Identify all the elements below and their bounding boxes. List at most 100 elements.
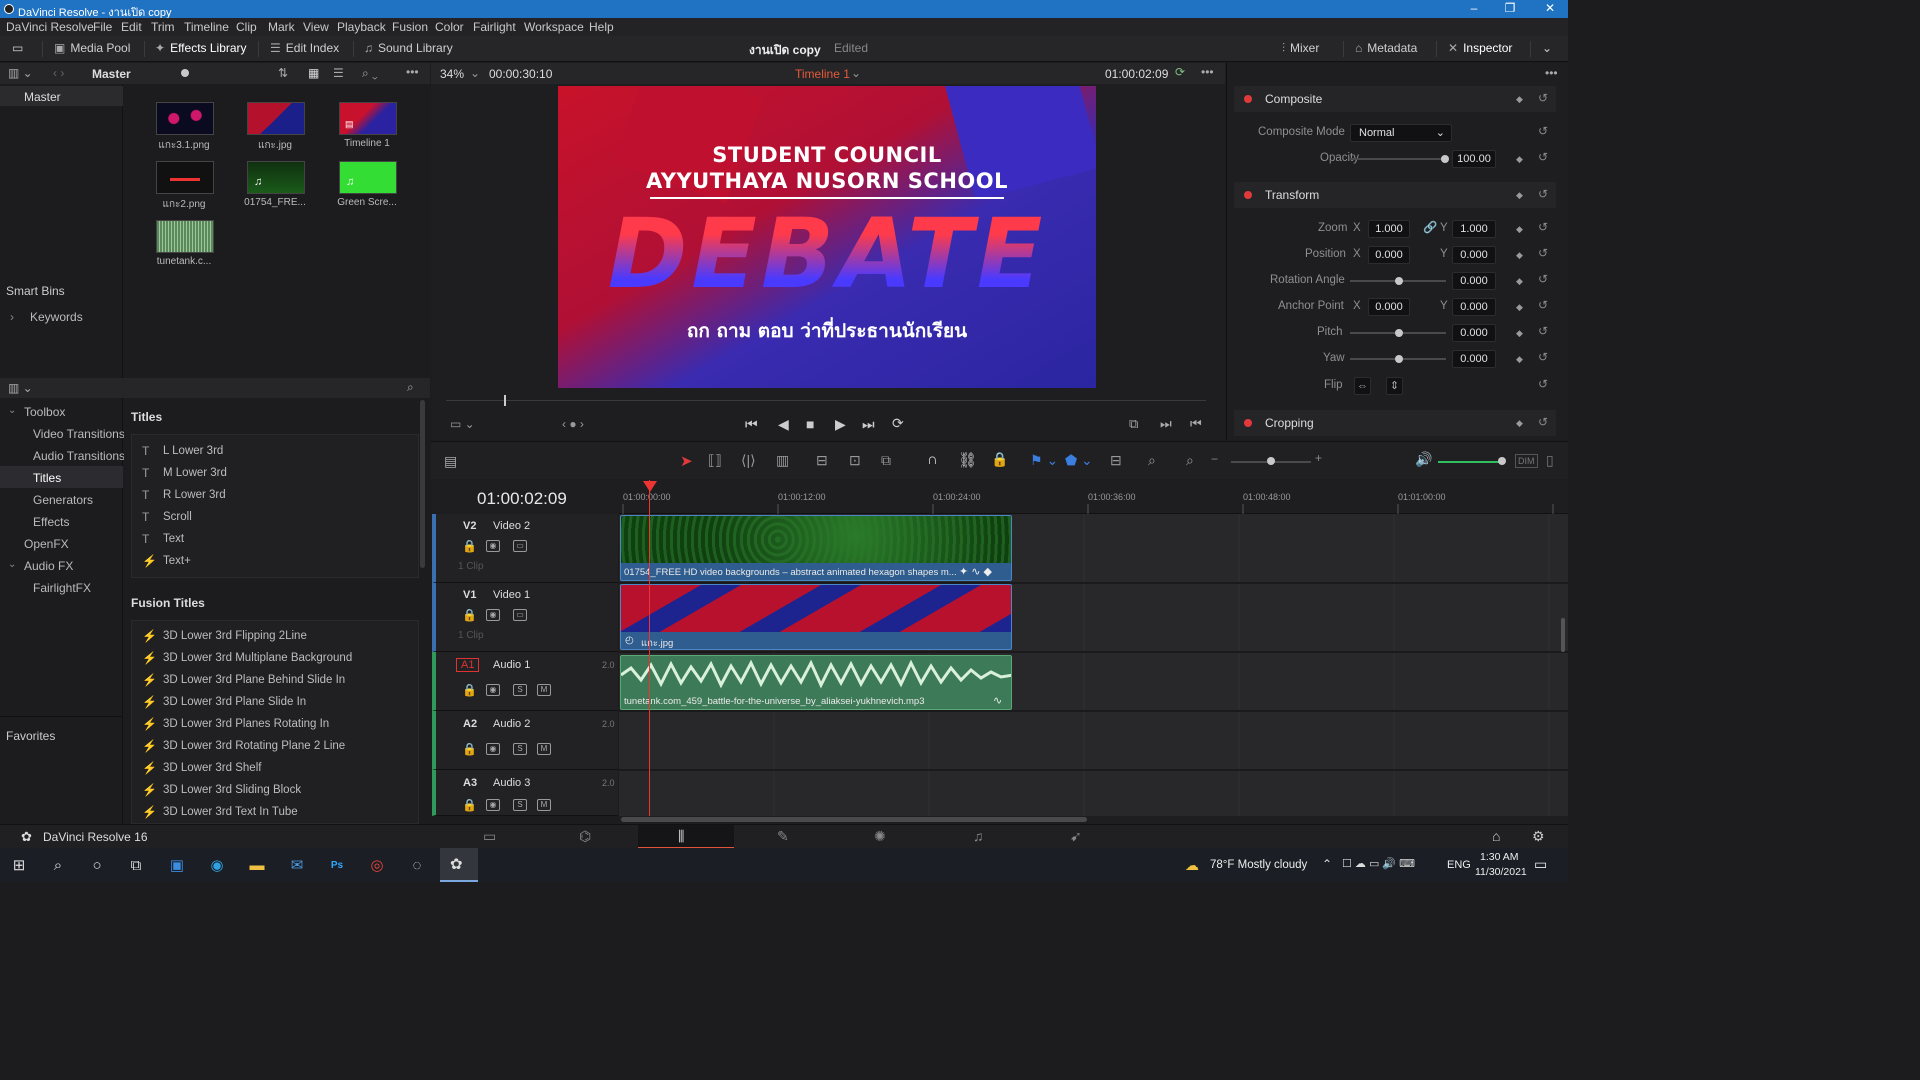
fusion-page-icon[interactable]: ✎: [777, 828, 789, 845]
expand-icon[interactable]: ⌄: [1542, 41, 1552, 55]
opacity-slider-knob[interactable]: [1441, 155, 1449, 163]
chevron-right-icon[interactable]: ›: [10, 310, 14, 324]
menu-fairlight[interactable]: Fairlight: [473, 20, 516, 34]
reset-icon[interactable]: ↺: [1538, 272, 1548, 286]
tray-icons[interactable]: ☐ ☁ ▭ 🔊 ⌨: [1342, 857, 1415, 870]
grid-view-icon[interactable]: ▦: [308, 66, 319, 80]
zoom-x-field[interactable]: 1.000: [1368, 220, 1410, 238]
title-item[interactable]: T Scroll: [132, 507, 418, 529]
replace-clip-icon[interactable]: ⧉: [881, 452, 891, 469]
match-frame-icon[interactable]: ⧉: [1129, 416, 1138, 432]
close-button[interactable]: ✕: [1536, 1, 1564, 15]
track-name[interactable]: Audio 1: [493, 659, 530, 671]
opacity-slider[interactable]: [1350, 158, 1446, 160]
clock-date[interactable]: 11/30/2021: [1475, 866, 1527, 878]
volume-slider[interactable]: [1438, 461, 1502, 463]
clip-thumb[interactable]: [156, 102, 214, 135]
photoshop-icon[interactable]: Ps: [327, 856, 347, 876]
sound-library-button[interactable]: ♫ Sound Library: [364, 41, 453, 55]
deliver-page-icon[interactable]: ➹: [1070, 828, 1082, 845]
track-name[interactable]: Video 2: [493, 520, 530, 532]
meter-icon[interactable]: ▯: [1546, 452, 1554, 469]
weather-icon[interactable]: ☁: [1185, 857, 1199, 874]
menu-clip[interactable]: Clip: [236, 20, 257, 34]
clip-v2[interactable]: 01754_FREE HD video backgrounds – abstra…: [620, 515, 1012, 581]
lock-icon[interactable]: 🔒: [462, 539, 477, 553]
color-page-icon[interactable]: ✺: [874, 828, 886, 845]
fusion-title-item[interactable]: ⚡ 3D Lower 3rd Plane Behind Slide In: [132, 670, 418, 692]
mute-button[interactable]: M: [537, 799, 551, 811]
tree-openfx[interactable]: OpenFX: [24, 537, 69, 551]
auto-select-icon[interactable]: ◉: [486, 609, 500, 621]
clip-v1[interactable]: ◴ แกะ.jpg: [620, 584, 1012, 650]
track-header-a2[interactable]: A2 Audio 2 2.0 🔒 ◉ S M: [432, 711, 618, 770]
fusion-title-item[interactable]: ⚡ 3D Lower 3rd Flipping 2Line: [132, 626, 418, 648]
insert-clip-icon[interactable]: ⊟: [816, 452, 828, 469]
enable-toggle[interactable]: [1244, 95, 1252, 103]
tree-fairlightfx[interactable]: FairlightFX: [33, 581, 91, 595]
media-pool-button[interactable]: ▣ Media Pool: [54, 41, 130, 55]
next-edit-icon[interactable]: ⏭: [1160, 416, 1172, 432]
timeline-view-icon[interactable]: ▤: [444, 453, 457, 470]
edit-page-tab[interactable]: ⫼: [638, 825, 734, 849]
reset-icon[interactable]: ↺: [1538, 150, 1548, 164]
track-visibility-icon[interactable]: ▭: [513, 609, 527, 621]
fusion-title-item[interactable]: ⚡ 3D Lower 3rd Text In Tube: [132, 802, 418, 824]
track-name[interactable]: Audio 2: [493, 718, 530, 730]
zoom-custom-icon[interactable]: ⌕: [1186, 452, 1194, 469]
pitch-field[interactable]: 0.000: [1452, 324, 1496, 342]
composite-section[interactable]: Composite ◆ ↺: [1234, 86, 1556, 112]
keyframe-icon[interactable]: ◆: [1516, 190, 1523, 201]
enable-toggle[interactable]: [1244, 419, 1252, 427]
fusion-title-item[interactable]: ⚡ 3D Lower 3rd Sliding Block: [132, 780, 418, 802]
clock-time[interactable]: 1:30 AM: [1480, 851, 1519, 863]
selection-tool-icon[interactable]: ➤: [680, 452, 693, 470]
menu-playback[interactable]: Playback: [337, 20, 386, 34]
mail-icon[interactable]: ✉: [287, 856, 307, 876]
overwrite-clip-icon[interactable]: ⊡: [849, 452, 861, 469]
file-explorer-icon[interactable]: ▬: [247, 856, 267, 876]
trim-tool-icon[interactable]: ⟦⟧: [708, 452, 722, 469]
menu-view[interactable]: View: [303, 20, 329, 34]
reset-icon[interactable]: ↺: [1538, 220, 1548, 234]
zoom-out-icon[interactable]: −: [1211, 452, 1218, 466]
track-id[interactable]: A1: [456, 658, 480, 672]
scrub-playhead[interactable]: [504, 395, 506, 406]
zoom-in-icon[interactable]: +: [1315, 451, 1322, 465]
settings-gear-icon[interactable]: ⚙: [1532, 828, 1545, 845]
keyframe-icon[interactable]: ◆: [1516, 154, 1523, 165]
position-y-field[interactable]: 0.000: [1452, 246, 1496, 264]
dim-button[interactable]: DIM: [1515, 454, 1538, 468]
menu-mark[interactable]: Mark: [268, 20, 295, 34]
reset-icon[interactable]: ↺: [1538, 377, 1548, 391]
edge-icon[interactable]: ◉: [207, 856, 227, 876]
zoom-full-icon[interactable]: ⊟: [1110, 452, 1122, 469]
store-icon[interactable]: ▣: [167, 856, 187, 876]
weather-text[interactable]: 78°F Mostly cloudy: [1210, 859, 1307, 871]
track-header-a3[interactable]: A3 Audio 3 2.0 🔒 ◉ S M: [432, 770, 618, 816]
anchor-y-field[interactable]: 0.000: [1452, 298, 1496, 316]
cut-page-icon[interactable]: ⌬: [579, 828, 591, 845]
effects-library-button[interactable]: ✦ Effects Library: [155, 41, 247, 55]
reset-icon[interactable]: ↺: [1538, 187, 1548, 201]
menu-workspace[interactable]: Workspace: [524, 20, 584, 34]
menu-fusion[interactable]: Fusion: [392, 20, 428, 34]
lock-icon[interactable]: 🔒: [462, 608, 477, 622]
tree-video-transitions[interactable]: Video Transitions: [33, 427, 125, 441]
tree-audio-transitions[interactable]: Audio Transitions: [33, 449, 125, 463]
bin-master[interactable]: Master: [24, 90, 61, 104]
thumb-size-slider[interactable]: [181, 69, 189, 77]
clip-thumb[interactable]: [156, 220, 214, 253]
position-lock-icon[interactable]: 🔒: [991, 451, 1008, 468]
dynamic-trim-icon[interactable]: ⟨|⟩: [741, 452, 756, 469]
title-item[interactable]: TR Lower 3rd: [132, 485, 418, 507]
mute-button[interactable]: M: [537, 743, 551, 755]
clip-thumb[interactable]: [247, 102, 305, 135]
zoom-level[interactable]: 34%: [440, 67, 464, 81]
mute-button[interactable]: M: [537, 684, 551, 696]
playhead-handle[interactable]: [643, 481, 657, 492]
minimize-button[interactable]: –: [1460, 1, 1488, 15]
more-options-icon[interactable]: •••: [1201, 65, 1214, 79]
davinci-active-task[interactable]: ✿: [440, 848, 478, 882]
tree-titles[interactable]: Titles: [33, 471, 61, 485]
